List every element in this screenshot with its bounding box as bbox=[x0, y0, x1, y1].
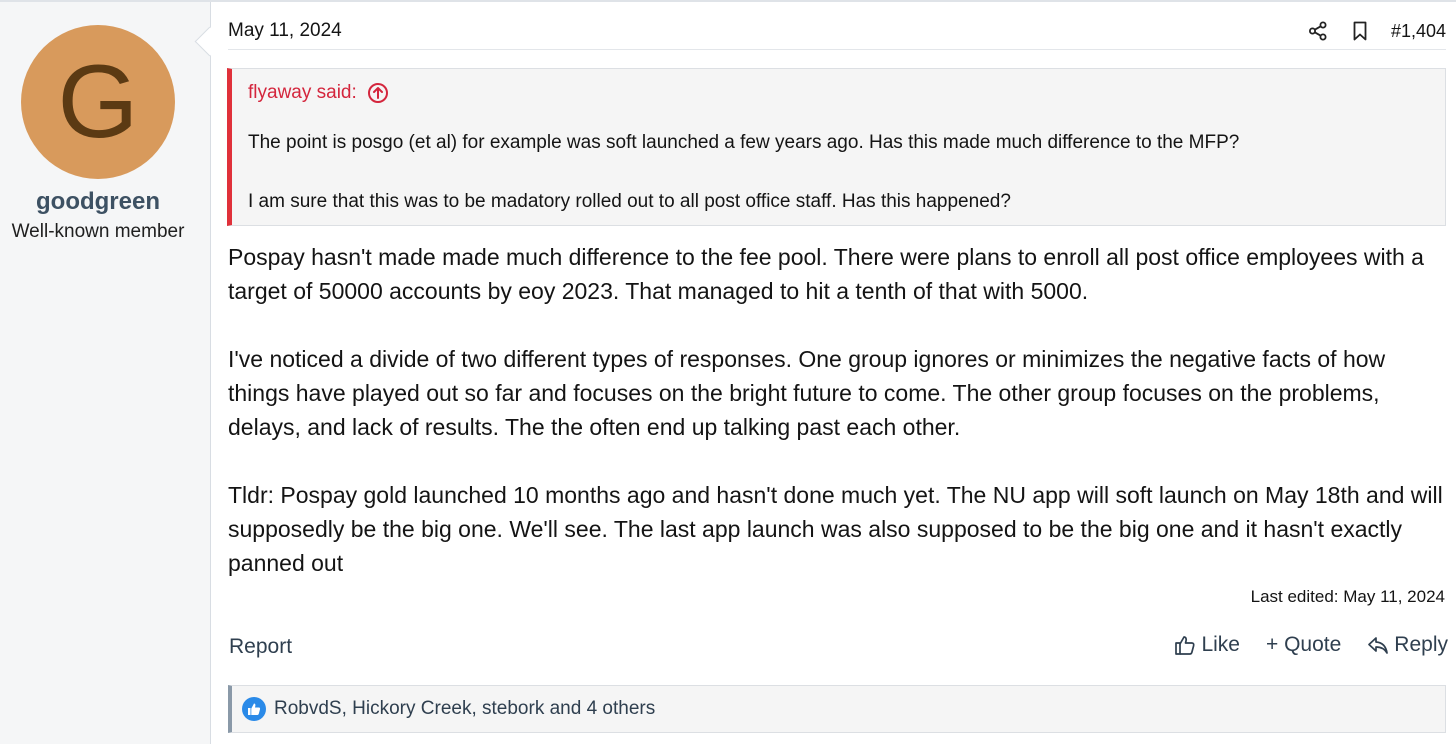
post-paragraph: I've noticed a divide of two different t… bbox=[228, 346, 1386, 440]
quote-label[interactable]: + Quote bbox=[1266, 633, 1341, 657]
quote-button[interactable]: + Quote bbox=[1266, 633, 1341, 657]
arrow-up-circle-icon[interactable] bbox=[367, 82, 389, 104]
quote-attribution[interactable]: flyaway said: bbox=[248, 82, 389, 104]
quote-text-line: The point is posgo (et al) for example w… bbox=[248, 132, 1240, 153]
post-body: Pospay hasn't made made much difference … bbox=[228, 240, 1446, 614]
report-link[interactable]: Report bbox=[229, 635, 292, 659]
thumbs-up-icon bbox=[1175, 636, 1196, 655]
quote-text-line: I am sure that this was to be madatory r… bbox=[248, 191, 1011, 212]
post-paragraph: Pospay hasn't made made much difference … bbox=[228, 244, 1424, 304]
share-icon[interactable] bbox=[1303, 16, 1333, 46]
header-divider bbox=[228, 49, 1446, 50]
post-number-link[interactable]: #1,404 bbox=[1391, 21, 1446, 42]
post-header-actions: #1,404 bbox=[1303, 16, 1446, 46]
post-paragraph: Tldr: Pospay gold launched 10 months ago… bbox=[228, 482, 1443, 576]
reply-button[interactable]: Reply bbox=[1367, 633, 1448, 657]
user-title: Well-known member bbox=[11, 221, 185, 242]
last-edited-note: Last edited: May 11, 2024 bbox=[1250, 587, 1445, 606]
post-date-link[interactable]: May 11, 2024 bbox=[228, 20, 342, 42]
quote-block: flyaway said: The point is posgo (et al)… bbox=[227, 68, 1446, 226]
like-label[interactable]: Like bbox=[1201, 633, 1240, 657]
user-info-column: G goodgreen Well-known member bbox=[0, 2, 211, 744]
bookmark-icon[interactable] bbox=[1345, 16, 1375, 46]
top-divider bbox=[0, 0, 1456, 2]
avatar[interactable]: G bbox=[21, 25, 175, 179]
reply-label[interactable]: Reply bbox=[1394, 633, 1448, 657]
username-link[interactable]: goodgreen bbox=[0, 188, 196, 216]
like-button[interactable]: Like bbox=[1174, 633, 1240, 657]
reply-icon bbox=[1368, 637, 1389, 654]
reactions-list[interactable]: RobvdS, Hickory Creek, stebork and 4 oth… bbox=[274, 698, 655, 720]
reactions-bar[interactable]: RobvdS, Hickory Creek, stebork and 4 oth… bbox=[228, 685, 1446, 733]
thumbs-up-icon bbox=[242, 697, 266, 721]
quote-attribution-text[interactable]: flyaway said: bbox=[248, 82, 357, 104]
post-footer-actions: Like + Quote Reply bbox=[1148, 633, 1448, 657]
